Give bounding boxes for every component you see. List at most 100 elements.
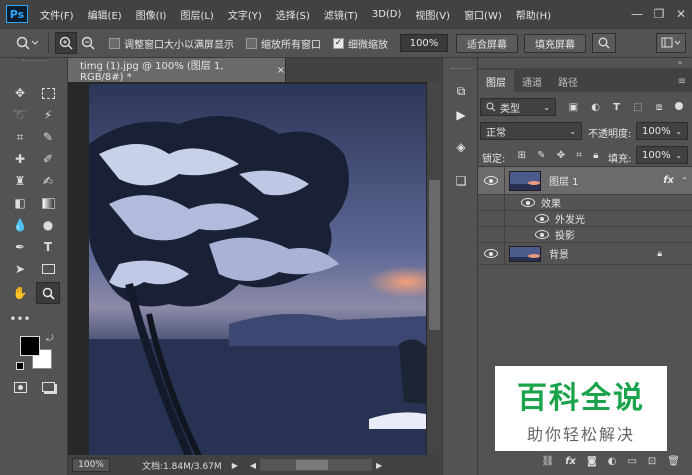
clone-stamp-tool-icon[interactable]: ♜ bbox=[8, 170, 32, 192]
actions-play-icon[interactable]: ▶ bbox=[449, 104, 473, 126]
trash-icon[interactable]: 🗑︎ bbox=[667, 456, 680, 467]
menu-edit[interactable]: 编辑(E) bbox=[88, 7, 122, 22]
tab-channels[interactable]: 通道 bbox=[514, 70, 550, 92]
move-tool-icon[interactable]: ✥ bbox=[8, 82, 32, 104]
rectangle-tool-icon[interactable] bbox=[36, 258, 60, 280]
fill-screen-button[interactable]: 填充屏幕 bbox=[524, 33, 586, 53]
menu-file[interactable]: 文件(F) bbox=[40, 7, 74, 22]
pixel-filter-icon[interactable]: ▣ bbox=[569, 102, 578, 113]
properties-panel-icon[interactable]: ❏ bbox=[449, 170, 473, 192]
vertical-scroll-thumb[interactable] bbox=[429, 180, 440, 330]
scroll-right-icon[interactable]: ▶ bbox=[376, 461, 382, 470]
dodge-tool-icon[interactable]: ● bbox=[36, 214, 60, 236]
fx-icon[interactable]: fx bbox=[565, 456, 576, 467]
marquee-tool-icon[interactable] bbox=[36, 82, 60, 104]
type-tool-icon[interactable]: T bbox=[36, 236, 60, 258]
lock-transparent-icon[interactable]: ⊞ bbox=[518, 150, 526, 161]
healing-brush-tool-icon[interactable]: ✚ bbox=[8, 148, 32, 170]
zoom-percent-field[interactable]: 100% bbox=[400, 34, 448, 52]
eyedropper-tool-icon[interactable]: ✎ bbox=[36, 126, 60, 148]
history-brush-tool-icon[interactable]: ✍ bbox=[36, 170, 60, 192]
new-layer-icon[interactable]: ⊡ bbox=[648, 456, 656, 467]
resize-windows-checkbox[interactable]: 调整窗口大小以满屏显示 bbox=[109, 36, 234, 51]
zoom-level-field[interactable]: 100% bbox=[72, 458, 110, 472]
crop-tool-icon[interactable]: ⌗ bbox=[8, 126, 32, 148]
pen-tool-icon[interactable]: ✒ bbox=[8, 236, 32, 258]
swap-colors-icon[interactable]: ⤾ bbox=[46, 334, 54, 344]
adjustment-filter-icon[interactable]: ◐ bbox=[591, 102, 600, 113]
gradient-tool-icon[interactable] bbox=[36, 192, 60, 214]
panel-menu-icon[interactable]: ≡ bbox=[672, 70, 692, 92]
mask-icon[interactable]: ◙ bbox=[587, 456, 597, 467]
menu-filter[interactable]: 滤镜(T) bbox=[324, 7, 358, 22]
dock-grip[interactable] bbox=[451, 68, 471, 69]
close-window-button[interactable]: ✕ bbox=[670, 7, 692, 21]
menu-select[interactable]: 选择(S) bbox=[276, 7, 310, 22]
menu-help[interactable]: 帮助(H) bbox=[516, 7, 551, 22]
scroll-left-icon[interactable]: ◀ bbox=[250, 461, 256, 470]
document-tab[interactable]: timg (1).jpg @ 100% (图层 1, RGB/8#) * × bbox=[68, 58, 286, 83]
effect-row-outer-glow[interactable]: 外发光 bbox=[478, 210, 692, 227]
lasso-tool-icon[interactable]: ➰ bbox=[8, 104, 32, 126]
toolbox-grip[interactable] bbox=[22, 60, 48, 64]
screen-mode-icon[interactable] bbox=[36, 376, 60, 398]
horizontal-scrollbar[interactable] bbox=[260, 459, 372, 471]
zoom-all-windows-checkbox[interactable]: 缩放所有窗口 bbox=[246, 36, 321, 51]
restore-button[interactable]: ❐ bbox=[648, 7, 670, 21]
close-document-icon[interactable]: × bbox=[277, 65, 285, 76]
layer-name[interactable]: 图层 1 bbox=[549, 173, 579, 188]
group-icon[interactable]: ▭ bbox=[627, 456, 636, 467]
visibility-eye-icon[interactable] bbox=[478, 249, 504, 259]
visibility-eye-icon[interactable] bbox=[535, 230, 549, 240]
link-icon[interactable]: ⛓ bbox=[542, 456, 555, 467]
menu-window[interactable]: 窗口(W) bbox=[464, 7, 502, 22]
layer-filter-dropdown[interactable]: 类型 ⌄ bbox=[480, 98, 556, 116]
3d-panel-icon[interactable]: ◈ bbox=[449, 136, 473, 158]
search-icon[interactable] bbox=[592, 33, 616, 53]
layer-name[interactable]: 背景 bbox=[549, 246, 569, 261]
zoom-tool-icon[interactable] bbox=[36, 282, 60, 304]
eraser-tool-icon[interactable]: ◧ bbox=[8, 192, 32, 214]
lock-artboard-icon[interactable]: ⌗ bbox=[576, 150, 582, 161]
foreground-color-swatch[interactable] bbox=[20, 336, 40, 356]
hand-tool-icon[interactable]: ✋ bbox=[8, 282, 32, 304]
zoom-in-icon[interactable] bbox=[55, 32, 77, 54]
effect-row-drop-shadow[interactable]: 投影 bbox=[478, 226, 692, 243]
default-colors-icon[interactable] bbox=[16, 362, 24, 370]
visibility-eye-icon[interactable] bbox=[521, 198, 535, 208]
visibility-eye-icon[interactable] bbox=[535, 214, 549, 224]
lock-image-icon[interactable]: ✎ bbox=[537, 150, 545, 161]
menu-3d[interactable]: 3D(D) bbox=[372, 9, 402, 20]
layer-row-background[interactable]: 背景 🔒︎ bbox=[478, 242, 692, 265]
magic-wand-tool-icon[interactable]: ⚡ bbox=[36, 104, 60, 126]
tab-paths[interactable]: 路径 bbox=[550, 70, 586, 92]
layer-row-layer1[interactable]: 图层 1 fx ⌃ bbox=[478, 166, 692, 195]
brush-tool-icon[interactable]: ✐ bbox=[36, 148, 60, 170]
menu-view[interactable]: 视图(V) bbox=[415, 7, 450, 22]
fill-field[interactable]: 100% ⌄ bbox=[636, 146, 688, 164]
horizontal-scroll-thumb[interactable] bbox=[296, 460, 328, 470]
status-menu-icon[interactable]: ▶ bbox=[232, 461, 238, 470]
quick-mask-icon[interactable] bbox=[8, 376, 32, 398]
adjustment-icon[interactable]: ◐ bbox=[608, 456, 617, 467]
lock-all-icon[interactable]: 🔒︎ bbox=[593, 150, 598, 161]
tab-layers[interactable]: 图层 bbox=[478, 70, 514, 92]
canvas-image[interactable] bbox=[89, 84, 426, 456]
blend-mode-dropdown[interactable]: 正常 ⌄ bbox=[480, 122, 582, 140]
filter-toggle-icon[interactable] bbox=[675, 101, 684, 113]
workspace-icon[interactable] bbox=[656, 33, 686, 53]
smart-object-filter-icon[interactable]: ⧈ bbox=[656, 102, 662, 113]
scrubby-zoom-checkbox[interactable]: ✓ 细微缩放 bbox=[333, 36, 388, 51]
layer-thumbnail[interactable] bbox=[509, 245, 541, 262]
shape-filter-icon[interactable]: ⬚ bbox=[633, 102, 642, 113]
menu-layer[interactable]: 图层(L) bbox=[180, 7, 213, 22]
layer-thumbnail[interactable] bbox=[509, 170, 541, 191]
path-selection-tool-icon[interactable]: ➤ bbox=[8, 258, 32, 280]
fit-screen-button[interactable]: 适合屏幕 bbox=[456, 33, 518, 53]
lock-position-icon[interactable]: ✥ bbox=[557, 150, 565, 161]
expand-effects-icon[interactable]: ⌃ bbox=[681, 176, 688, 185]
effects-row[interactable]: 效果 bbox=[478, 194, 692, 211]
menu-type[interactable]: 文字(Y) bbox=[228, 7, 262, 22]
collapse-panel-icon[interactable]: » bbox=[670, 58, 690, 68]
visibility-eye-icon[interactable] bbox=[478, 176, 504, 186]
